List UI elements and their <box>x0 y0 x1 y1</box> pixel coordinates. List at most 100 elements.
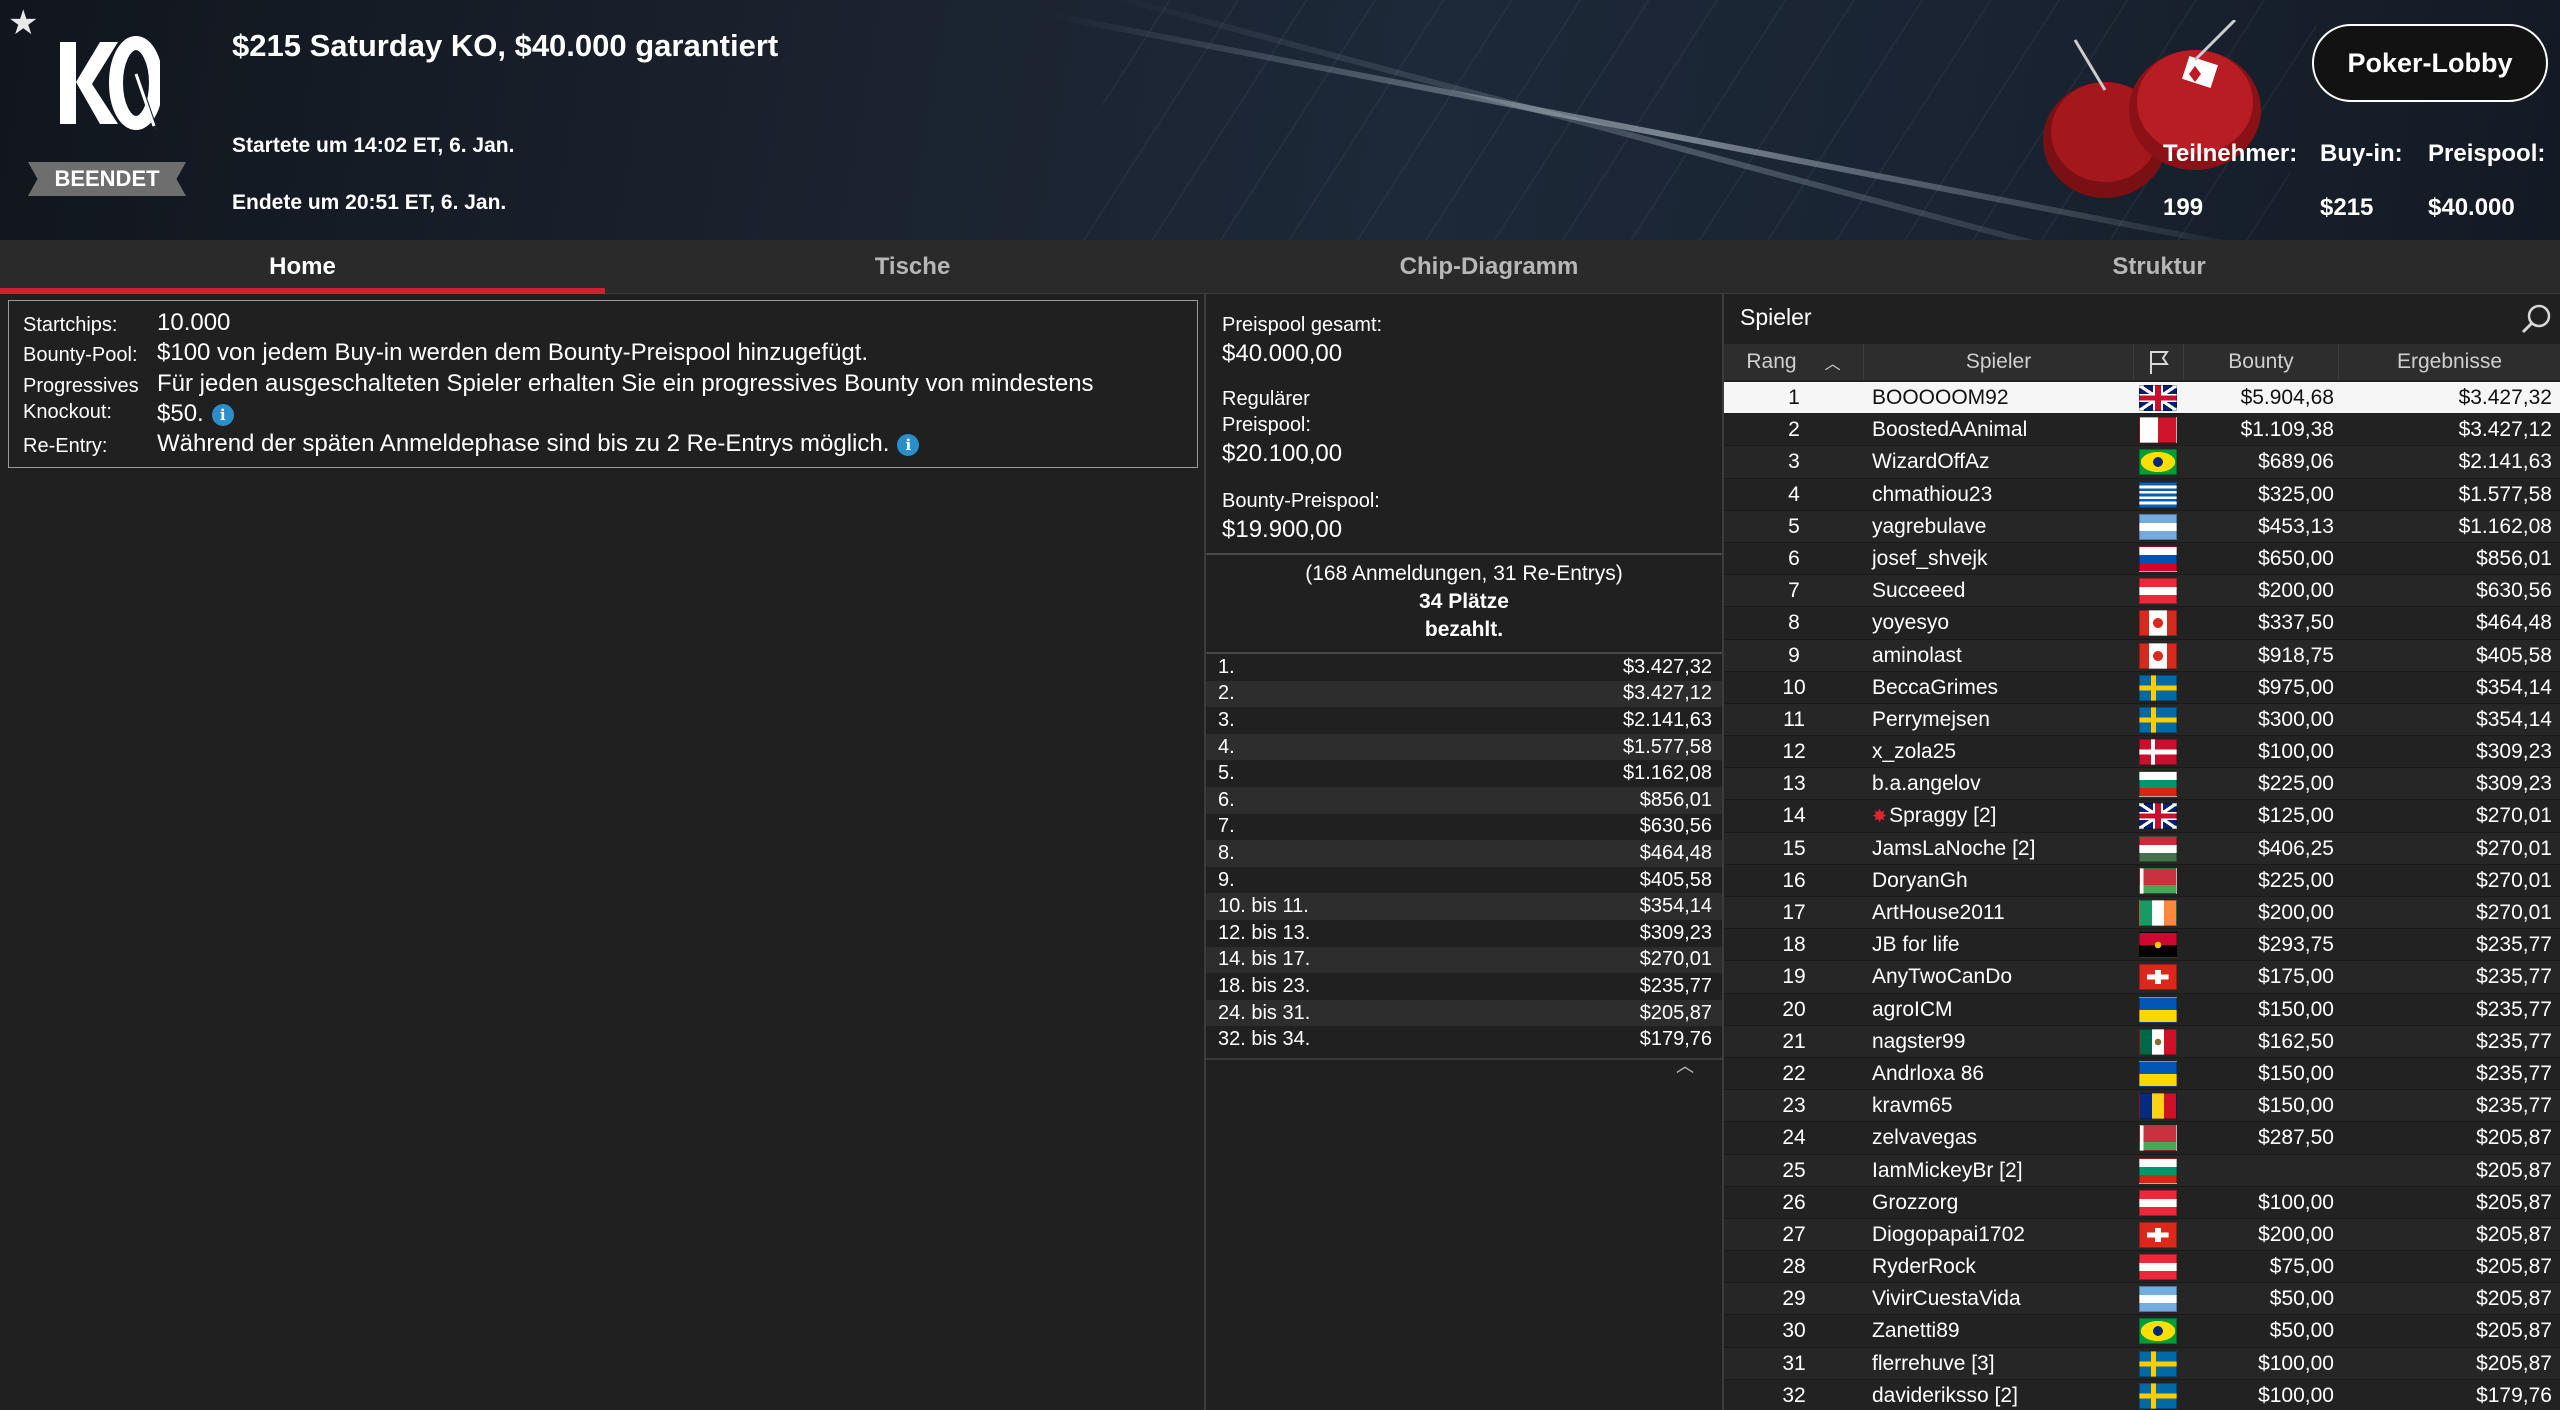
player-row[interactable]: 10 BeccaGrimes $975,00 $354,14 <box>1724 671 2560 704</box>
player-row[interactable]: 24 zelvavegas $287,50 $205,87 <box>1724 1122 2560 1155</box>
info-icon[interactable]: i <box>897 433 920 456</box>
player-row[interactable]: 5 yagrebulave $453,13 $1.162,08 <box>1724 510 2560 543</box>
player-row[interactable]: 8 yoyesyo $337,50 $464,48 <box>1724 607 2560 640</box>
player-row[interactable]: 28 RyderRock $75,00 $205,87 <box>1724 1251 2560 1284</box>
player-rank: 1 <box>1788 386 1800 409</box>
player-name-cell: Diogopapai1702 <box>1872 1219 2130 1251</box>
prizepool-value: $40.000 <box>2428 194 2515 221</box>
player-row[interactable]: 3 WizardOffAz $689,06 $2.141,63 <box>1724 446 2560 479</box>
poker-lobby-button[interactable]: Poker-Lobby <box>2312 24 2548 102</box>
country-flag-cell <box>2138 1219 2178 1251</box>
tab-tables[interactable]: Tische <box>605 240 1220 293</box>
player-row[interactable]: 13 b.a.angelov $225,00 $309,23 <box>1724 768 2560 801</box>
bounty-pool-total-label: Bounty-Preispool: <box>1222 490 1380 512</box>
search-icon[interactable] <box>2520 302 2554 336</box>
player-row[interactable]: 11 Perrymejsen $300,00 $354,14 <box>1724 703 2560 737</box>
payout-row: 24. bis 31. $205,87 <box>1206 999 1722 1027</box>
payout-amount: $179,76 <box>1639 1028 1712 1051</box>
player-row[interactable]: 25 IamMickeyBr [2] $205,87 <box>1724 1154 2560 1187</box>
player-row[interactable]: 1 BOOOOOM92 $5.904,68 $3.427,32 <box>1724 382 2560 415</box>
player-row[interactable]: 15 JamsLaNoche [2] $406,25 $270,01 <box>1724 832 2560 865</box>
column-result[interactable]: Ergebnisse <box>2339 344 2560 380</box>
player-row[interactable]: 29 VivirCuestaVida $50,00 $205,87 <box>1724 1283 2560 1316</box>
payout-row: 3. $2.141,63 <box>1206 707 1722 734</box>
player-row[interactable]: 16 DoryanGh $225,00 $270,01 <box>1724 864 2560 897</box>
player-rank: 8 <box>1788 611 1800 635</box>
buyin-label: Buy-in: <box>2320 140 2403 167</box>
payout-row: 10. bis 11. $354,14 <box>1206 893 1722 920</box>
total-pool-label: Preispool gesamt: <box>1222 314 1383 336</box>
payout-row: 12. bis 13. $309,23 <box>1206 920 1722 947</box>
tab-home[interactable]: Home <box>0 240 605 294</box>
player-row[interactable]: 21 nagster99 $162,50 $235,77 <box>1724 1025 2560 1058</box>
payout-place: 6. <box>1218 788 1235 811</box>
player-result: $405,58 <box>2476 643 2552 667</box>
player-bounty: $200,00 <box>2258 901 2334 924</box>
player-row[interactable]: 32 davideriksso [2] $100,00 $179,76 <box>1724 1379 2560 1410</box>
participants-value: 199 <box>2163 194 2204 221</box>
player-row[interactable]: 7 Succeeed $200,00 $630,56 <box>1724 575 2560 608</box>
ch-flag-icon <box>2139 964 2177 991</box>
player-bounty: $150,00 <box>2258 1061 2334 1085</box>
player-name: Zanetti89 <box>1872 1319 1960 1343</box>
country-flag-cell <box>2138 1058 2178 1090</box>
player-name: BoostedAAnimal <box>1872 418 2028 442</box>
participants-label: Teilnehmer: <box>2163 140 2298 167</box>
player-row[interactable]: 23 kravm65 $150,00 $235,77 <box>1724 1090 2560 1123</box>
player-row[interactable]: 2 BoostedAAnimal $1.109,38 $3.427,12 <box>1724 414 2560 447</box>
bounty-pool-total-value: $19.900,00 <box>1222 516 1343 543</box>
player-row[interactable]: 26 Grozzorg $100,00 $205,87 <box>1724 1186 2560 1219</box>
at-flag-icon <box>2139 578 2177 605</box>
info-icon[interactable]: i <box>211 403 234 426</box>
player-row[interactable]: 6 josef_shvejk $650,00 $856,01 <box>1724 542 2560 576</box>
player-row[interactable]: 30 Zanetti89 $50,00 $205,87 <box>1724 1315 2560 1348</box>
player-row[interactable]: 18 JB for life $293,75 $235,77 <box>1724 929 2560 962</box>
player-row[interactable]: 27 Diogopapai1702 $200,00 $205,87 <box>1724 1218 2560 1252</box>
player-bounty: $125,00 <box>2258 804 2334 828</box>
player-bounty: $975,00 <box>2258 675 2334 699</box>
divider <box>1206 1058 1722 1060</box>
end-time: Endete um 20:51 ET, 6. Jan. <box>232 191 507 214</box>
favorite-star-icon[interactable]: ★ <box>8 6 38 40</box>
player-row[interactable]: 19 AnyTwoCanDo $175,00 $235,77 <box>1724 961 2560 994</box>
player-row[interactable]: 17 ArtHouse2011 $200,00 $270,01 <box>1724 897 2560 930</box>
regular-pool-label: Regulärer <box>1222 388 1310 410</box>
player-name: JamsLaNoche [2] <box>1872 836 2036 860</box>
country-flag-cell <box>2138 1090 2178 1122</box>
player-row[interactable]: 31 flerrehuve [3] $100,00 $205,87 <box>1724 1347 2560 1380</box>
entries-summary: (168 Anmeldungen, 31 Re-Entrys) 34 Plätz… <box>1206 560 1722 644</box>
player-name: kravm65 <box>1872 1094 1953 1118</box>
player-rank: 16 <box>1782 868 1806 892</box>
payout-place: 9. <box>1218 868 1235 891</box>
player-row[interactable]: 9 aminolast $918,75 $405,58 <box>1724 639 2560 672</box>
ar-flag-icon <box>2139 1286 2177 1313</box>
player-row[interactable]: 22 Andrloxa 86 $150,00 $235,77 <box>1724 1057 2560 1091</box>
country-flag-cell <box>2138 800 2178 832</box>
tab-chip-chart[interactable]: Chip-Diagramm <box>1220 240 1758 293</box>
country-flag-cell <box>2138 704 2178 736</box>
player-row[interactable]: 12 x_zola25 $100,00 $309,23 <box>1724 736 2560 769</box>
column-rank[interactable]: Rang ︿ <box>1724 344 1864 380</box>
player-name: WizardOffAz <box>1872 450 1990 474</box>
by-flag-icon <box>2139 1125 2177 1152</box>
column-bounty[interactable]: Bounty <box>2184 344 2339 380</box>
payout-place: 32. bis 34. <box>1218 1028 1311 1051</box>
column-country[interactable] <box>2134 344 2184 380</box>
payout-place: 14. bis 17. <box>1218 948 1311 971</box>
player-bounty: $287,50 <box>2258 1126 2334 1150</box>
player-result: $856,01 <box>2476 546 2552 570</box>
tab-structure[interactable]: Struktur <box>1758 240 2560 293</box>
player-result: $205,87 <box>2476 1287 2552 1311</box>
payout-row: 9. $405,58 <box>1206 867 1722 894</box>
player-row[interactable]: 14 ✸ Spraggy [2] $125,00 $270,01 <box>1724 800 2560 833</box>
payout-row: 1. $3.427,32 <box>1206 654 1722 681</box>
column-player[interactable]: Spieler <box>1864 344 2134 380</box>
player-row[interactable]: 20 agroICM $150,00 $235,77 <box>1724 993 2560 1026</box>
country-flag-cell <box>2138 607 2178 639</box>
player-row[interactable]: 4 chmathiou23 $325,00 $1.577,58 <box>1724 478 2560 511</box>
payout-row: 6. $856,01 <box>1206 786 1722 814</box>
player-name: BOOOOOM92 <box>1872 386 2009 409</box>
chevron-up-icon[interactable]: ︿ <box>1676 1052 1694 1078</box>
divider <box>1206 553 1722 555</box>
player-result: $3.427,12 <box>2458 418 2552 442</box>
